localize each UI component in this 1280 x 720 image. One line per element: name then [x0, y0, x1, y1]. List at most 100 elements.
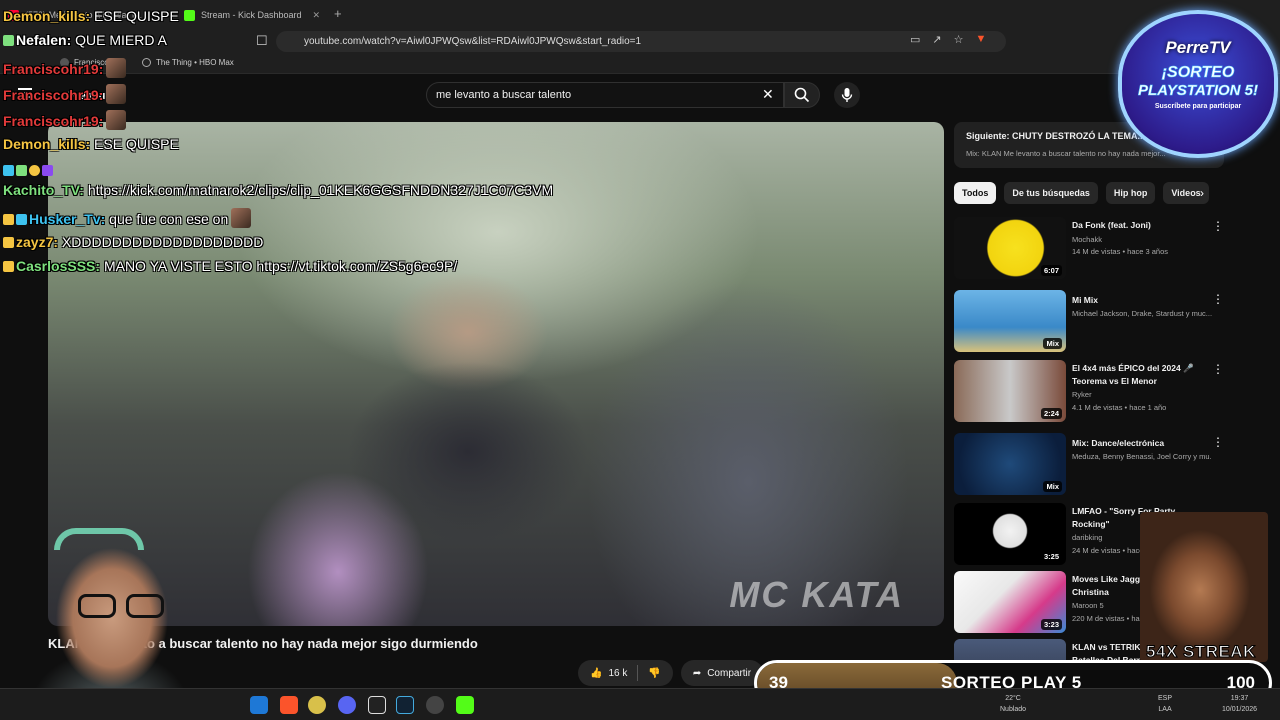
search-icon: [794, 87, 810, 103]
recommendation-item[interactable]: 2:24 El 4x4 más ÉPICO del 2024 🎤 Teorema…: [954, 360, 1224, 424]
clear-search-icon[interactable]: ✕: [762, 86, 774, 103]
recommendation-item[interactable]: Mix Mi Mix Michael Jackson, Drake, Stard…: [954, 290, 1224, 354]
share-label: Compartir: [707, 667, 752, 679]
crown-badge-icon: [3, 214, 14, 225]
close-icon[interactable]: ✕: [312, 10, 320, 21]
clock-date: 10/01/2026: [1222, 706, 1258, 713]
chat-username: Husker_Tv: [29, 211, 101, 227]
recommendation-title: Mi Mix: [1072, 295, 1098, 305]
chat-username: CasrlosSSS: [16, 258, 96, 274]
discord-icon[interactable]: [338, 696, 356, 714]
chat-message: Kachito_TV: https://kick.com/matnarok2/c…: [3, 182, 553, 198]
weather-widget[interactable]: 22°C Nublado: [1000, 693, 1026, 715]
chat-separator: :: [98, 61, 104, 77]
chat-username: Demon_kills: [3, 136, 86, 152]
reaction-image: [1140, 512, 1268, 662]
channel-name: Michael Jackson, Drake, Stardust y muc..…: [1072, 309, 1212, 318]
chip-all[interactable]: Todos: [954, 182, 997, 204]
chat-separator: :: [98, 87, 104, 103]
bookmark-icon[interactable]: ☐: [256, 33, 268, 49]
chat-message: Franciscohr19:: [3, 58, 127, 78]
outlook-icon[interactable]: [250, 696, 268, 714]
emote-icon: [106, 84, 127, 104]
new-tab-icon[interactable]: +: [334, 6, 342, 21]
chat-text: QUE MIERD A: [75, 32, 167, 48]
search-button[interactable]: [784, 82, 820, 108]
video-thumbnail[interactable]: Mix: [954, 290, 1066, 352]
kick-icon[interactable]: [456, 696, 474, 714]
glasses: [78, 594, 166, 618]
chat-separator: :: [85, 8, 91, 24]
weather-condition: Nublado: [1000, 706, 1027, 713]
more-options-icon[interactable]: ⋮: [1212, 219, 1224, 233]
video-watermark: MC KATA: [729, 574, 904, 615]
subscriber-badge-icon: [16, 214, 27, 225]
chip-hip-hop[interactable]: Hip hop: [1105, 182, 1156, 204]
search-input[interactable]: me levanto a buscar talento: [426, 82, 784, 108]
language-code: ESP: [1158, 695, 1173, 702]
chat-separator: :: [79, 182, 84, 198]
channel-name: Meduza, Benny Benassi, Joel Corry y mu..…: [1072, 452, 1212, 461]
share-button[interactable]: ➦ Compartir: [680, 660, 764, 686]
streak-label: 54X STREAK: [1146, 642, 1256, 662]
divider: [637, 665, 639, 681]
chat-text: ESE QUISPE: [94, 136, 179, 152]
video-meta: 4.1 M de vistas • hace 1 año: [1072, 403, 1167, 412]
app-icon[interactable]: [396, 696, 414, 714]
more-options-icon[interactable]: ⋮: [1212, 362, 1224, 376]
channel-name[interactable]: Ryker: [1072, 390, 1212, 399]
voice-search-button[interactable]: [834, 82, 860, 108]
duration-badge: 3:25: [1040, 551, 1062, 562]
recommendation-item[interactable]: Mix Mix: Dance/electrónica Meduza, Benny…: [954, 433, 1224, 497]
brave-browser-icon[interactable]: [280, 696, 298, 714]
address-bar: ☐ youtube.com/watch?v=Aiwl0JPWQsw&list=R…: [0, 28, 1280, 54]
language-indicator[interactable]: ESP LAA: [1158, 693, 1172, 715]
chat-username: Franciscohr19: [3, 61, 99, 77]
chevron-right-icon[interactable]: ›: [1200, 186, 1204, 200]
obs-icon[interactable]: [426, 696, 444, 714]
mix-badge: Mix: [1043, 481, 1062, 492]
app-icon[interactable]: [368, 696, 386, 714]
star-icon[interactable]: ☆: [954, 33, 964, 46]
sword-badge-icon: [3, 165, 14, 176]
recommendation-item[interactable]: 6:07 Da Fonk (feat. Joni) Mochakk 14 M d…: [954, 217, 1224, 281]
brave-shield-icon[interactable]: ▼: [976, 33, 987, 46]
emote-icon: [42, 165, 53, 176]
bookmark-item[interactable]: The Thing • HBO Max: [142, 58, 234, 67]
cast-icon[interactable]: ▭: [910, 33, 920, 46]
video-thumbnail[interactable]: 3:25: [954, 503, 1066, 565]
mix-badge: Mix: [1043, 338, 1062, 349]
duration-badge: 6:07: [1040, 265, 1062, 276]
thumbs-up-icon: 👍: [590, 667, 603, 679]
video-meta: 14 M de vistas • hace 3 años: [1072, 247, 1169, 256]
more-options-icon[interactable]: ⋮: [1212, 435, 1224, 449]
chat-text: ESE QUISPE: [94, 8, 179, 24]
chat-message: Demon_kills: ESE QUISPE: [3, 8, 179, 24]
logo-line2: PLAYSTATION 5!: [1138, 82, 1259, 100]
tab-label: Stream - Kick Dashboard: [201, 10, 302, 20]
logo-line1: ¡SORTEO: [1161, 64, 1235, 82]
like-button[interactable]: 👍 16 k 👎: [578, 660, 673, 686]
bookmark-favicon-icon: [142, 58, 151, 67]
browser-tab-kick[interactable]: Stream - Kick Dashboard ✕: [176, 4, 328, 26]
youtube-header: Premium me levanto a buscar talento ✕: [0, 74, 1280, 118]
chat-separator: :: [53, 234, 59, 250]
video-thumbnail[interactable]: Mix: [954, 433, 1066, 495]
filter-chips: Todos De tus búsquedas Hip hop Videos: [954, 182, 1209, 204]
recommendation-title: El 4x4 más ÉPICO del 2024 🎤 Teorema vs E…: [1072, 363, 1194, 386]
channel-name[interactable]: Mochakk: [1072, 235, 1212, 244]
video-thumbnail[interactable]: 6:07: [954, 217, 1066, 279]
thumbs-down-icon[interactable]: 👎: [648, 668, 660, 679]
video-thumbnail[interactable]: 3:23: [954, 571, 1066, 633]
microphone-icon: [841, 88, 853, 102]
app-icon[interactable]: [308, 696, 326, 714]
chip-from-searches[interactable]: De tus búsquedas: [1004, 182, 1098, 204]
keyboard-layout: LAA: [1158, 706, 1172, 713]
video-thumbnail[interactable]: 2:24: [954, 360, 1066, 422]
address-bar-actions: ▭ ↗ ☆ ▼: [910, 33, 986, 46]
share-icon[interactable]: ↗: [932, 33, 941, 46]
chat-text: https://kick.com/matnarok2/clips/clip_01…: [87, 182, 554, 198]
url-field[interactable]: youtube.com/watch?v=Aiwl0JPWQsw&list=RDA…: [276, 31, 1006, 52]
more-options-icon[interactable]: ⋮: [1212, 292, 1224, 306]
clock[interactable]: 19:37 10/01/2026: [1222, 693, 1257, 715]
